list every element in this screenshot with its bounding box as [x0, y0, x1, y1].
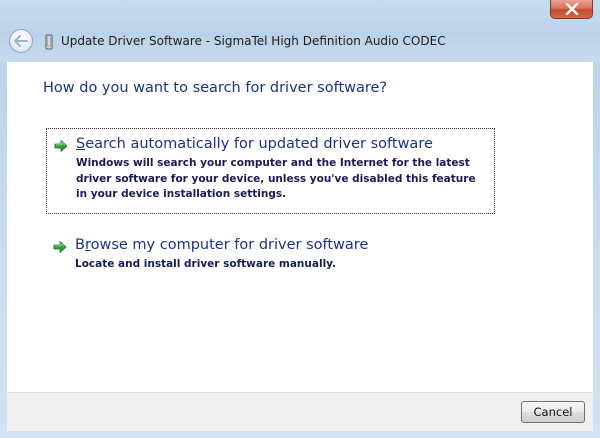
- close-button[interactable]: [550, 0, 593, 19]
- close-icon: [565, 3, 578, 15]
- browse-computer-title: Browse my computer for driver software: [75, 237, 368, 253]
- window-title: Update Driver Software - SigmaTel High D…: [61, 34, 446, 48]
- title-bar: [0, 0, 600, 62]
- green-arrow-icon: [54, 140, 68, 152]
- content-panel: How do you want to search for driver sof…: [7, 62, 593, 392]
- audio-device-icon: [45, 34, 53, 50]
- update-driver-window: Update Driver Software - SigmaTel High D…: [0, 0, 600, 438]
- browse-title-prefix: B: [75, 237, 85, 253]
- search-automatically-description: Windows will search your computer and th…: [76, 157, 476, 200]
- browse-computer-description: Locate and install driver software manua…: [75, 258, 337, 270]
- browse-title-text: owse my computer for driver software: [90, 237, 369, 253]
- page-heading: How do you want to search for driver sof…: [43, 80, 388, 96]
- browse-computer-option[interactable]: Browse my computer for driver software L…: [46, 230, 495, 280]
- button-bar: Cancel: [7, 392, 593, 431]
- search-automatically-option[interactable]: Search automatically for updated driver …: [46, 128, 495, 214]
- search-title-text: earch automatically for updated driver s…: [85, 136, 433, 152]
- search-automatically-title: Search automatically for updated driver …: [76, 136, 433, 152]
- search-accel-key: S: [76, 136, 86, 152]
- back-arrow-icon: [14, 35, 28, 47]
- cancel-button[interactable]: Cancel: [521, 401, 585, 423]
- green-arrow-icon: [53, 241, 67, 253]
- back-button[interactable]: [9, 29, 33, 53]
